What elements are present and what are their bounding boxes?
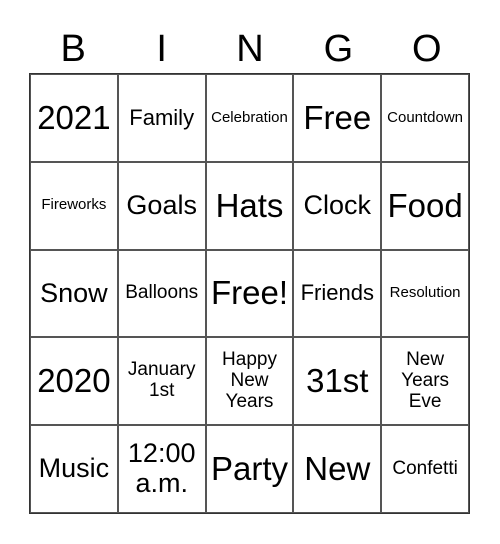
bingo-cell[interactable]: Clock [293,161,382,250]
bingo-cell[interactable]: Celebration [205,74,294,162]
bingo-cell[interactable]: Party [205,425,294,513]
bingo-cell[interactable]: Free [293,74,382,162]
bingo-cell[interactable]: New [293,425,382,513]
bingo-cell[interactable]: Goals [117,161,206,250]
bingo-cell[interactable]: Free! [205,249,294,338]
header-letter-g: G [323,28,354,70]
bingo-cell[interactable]: Fireworks [30,161,118,250]
bingo-cell[interactable]: January 1st [117,337,206,426]
bingo-cell[interactable]: Countdown [381,74,469,162]
bingo-grid: 2021 Family Celebration Free Countdown Firewo… [29,73,470,514]
bingo-cell[interactable]: 31st [293,337,382,426]
bingo-cell[interactable]: Friends [293,249,382,338]
bingo-cell[interactable]: Happy New Years [205,337,294,426]
header-letter-b: B [60,28,86,70]
bingo-cell[interactable]: New Years Eve [381,337,469,426]
bingo-header: B I N G O [29,27,471,71]
header-letter-n: N [236,28,264,70]
bingo-cell[interactable]: Snow [30,249,118,338]
bingo-cell[interactable]: Music [30,425,118,513]
bingo-cell[interactable]: Balloons [117,249,206,338]
bingo-cell[interactable]: 2021 [30,74,118,162]
bingo-cell[interactable]: Hats [205,161,294,250]
bingo-cell[interactable]: Family [117,74,206,162]
bingo-cell[interactable]: Resolution [381,249,469,338]
bingo-cell[interactable]: 12:00 a.m. [117,425,206,513]
bingo-cell[interactable]: 2020 [30,337,118,426]
header-letter-i: I [156,28,167,70]
bingo-cell[interactable]: Food [381,161,469,250]
header-letter-o: O [412,28,442,70]
bingo-cell[interactable]: Confetti [381,425,469,513]
